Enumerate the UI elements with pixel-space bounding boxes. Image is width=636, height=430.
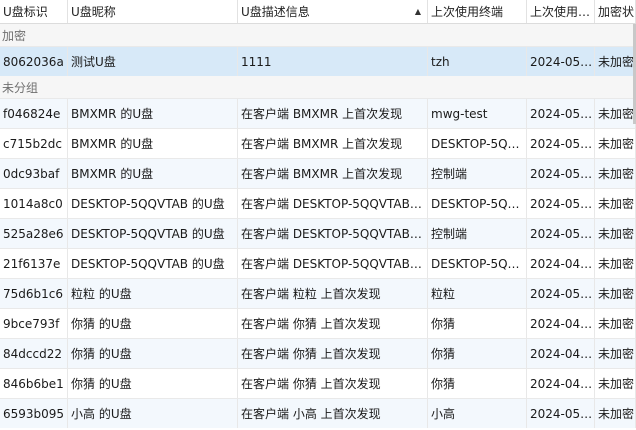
cell-nickname: BMXMR 的U盘	[68, 129, 238, 158]
cell-encryption-status: 未加密	[595, 159, 636, 188]
cell-last-used: 2024-04…	[527, 339, 595, 368]
column-header-id[interactable]: U盘标识	[0, 0, 68, 23]
cell-description: 在客户端 BMXMR 上首次发现	[238, 129, 428, 158]
table-header: U盘标识 U盘昵称 U盘描述信息 ▲ 上次使用终端 上次使用… 加密状	[0, 0, 636, 24]
cell-nickname: DESKTOP-5QQVTAB 的U盘	[68, 249, 238, 278]
cell-nickname: 粒粒 的U盘	[68, 279, 238, 308]
cell-nickname: 你猜 的U盘	[68, 339, 238, 368]
cell-last-terminal: 你猜	[428, 309, 527, 338]
table-row[interactable]: f046824e BMXMR 的U盘 在客户端 BMXMR 上首次发现 mwg-tes…	[0, 98, 636, 128]
cell-device-id: 1014a8c0	[0, 189, 68, 218]
group-header[interactable]: 未分组	[0, 76, 636, 98]
cell-nickname: BMXMR 的U盘	[68, 159, 238, 188]
group-label: 未分组	[2, 80, 39, 95]
cell-encryption-status: 未加密	[595, 249, 636, 278]
cell-encryption-status: 未加密	[595, 369, 636, 398]
cell-last-used: 2024-05…	[527, 279, 595, 308]
table-row[interactable]: 0dc93baf BMXMR 的U盘 在客户端 BMXMR 上首次发现 控制端 2024…	[0, 158, 636, 188]
table-row[interactable]: 9bce793f 你猜 的U盘 在客户端 你猜 上首次发现 你猜 2024-04… 未加密	[0, 308, 636, 338]
column-header-last-terminal[interactable]: 上次使用终端	[428, 0, 527, 23]
cell-nickname: 你猜 的U盘	[68, 369, 238, 398]
usb-device-table: U盘标识 U盘昵称 U盘描述信息 ▲ 上次使用终端 上次使用… 加密状 加密 80…	[0, 0, 636, 428]
cell-last-terminal: 你猜	[428, 369, 527, 398]
cell-device-id: 21f6137e	[0, 249, 68, 278]
cell-last-used: 2024-05…	[527, 129, 595, 158]
cell-description: 在客户端 粒粒 上首次发现	[238, 279, 428, 308]
table-row[interactable]: 6593b095 小高 的U盘 在客户端 小高 上首次发现 小高 2024-05… 未加密	[0, 398, 636, 428]
cell-encryption-status: 未加密	[595, 339, 636, 368]
cell-last-terminal: mwg-test	[428, 99, 527, 128]
cell-last-used: 2024-05…	[527, 47, 595, 76]
table-row[interactable]: 525a28e6 DESKTOP-5QQVTAB 的U盘 在客户端 DESKTOP-…	[0, 218, 636, 248]
group-header[interactable]: 加密	[0, 24, 636, 46]
cell-nickname: 你猜 的U盘	[68, 309, 238, 338]
cell-device-id: c715b2dc	[0, 129, 68, 158]
cell-description: 1111	[238, 47, 428, 76]
cell-encryption-status: 未加密	[595, 189, 636, 218]
cell-description: 在客户端 DESKTOP-5QQVTAB…	[238, 189, 428, 218]
cell-nickname: 小高 的U盘	[68, 399, 238, 428]
table-body: 加密 8062036a 测试U盘 1111 tzh 2024-05… 未加密 未分组 f0468…	[0, 24, 636, 428]
cell-description: 在客户端 小高 上首次发现	[238, 399, 428, 428]
group-label: 加密	[2, 28, 27, 43]
sort-ascending-icon: ▲	[414, 7, 421, 16]
cell-last-used: 2024-05…	[527, 189, 595, 218]
cell-device-id: 525a28e6	[0, 219, 68, 248]
cell-device-id: f046824e	[0, 99, 68, 128]
cell-last-used: 2024-04…	[527, 369, 595, 398]
cell-description: 在客户端 你猜 上首次发现	[238, 369, 428, 398]
cell-encryption-status: 未加密	[595, 279, 636, 308]
cell-last-terminal: DESKTOP-5Q…	[428, 249, 527, 278]
cell-device-id: 9bce793f	[0, 309, 68, 338]
cell-last-terminal: 粒粒	[428, 279, 527, 308]
cell-device-id: 6593b095	[0, 399, 68, 428]
cell-last-terminal: 控制端	[428, 219, 527, 248]
cell-description: 在客户端 BMXMR 上首次发现	[238, 159, 428, 188]
cell-device-id: 846b6be1	[0, 369, 68, 398]
cell-last-used: 2024-05…	[527, 99, 595, 128]
cell-device-id: 75d6b1c6	[0, 279, 68, 308]
cell-last-used: 2024-05…	[527, 399, 595, 428]
cell-description: 在客户端 你猜 上首次发现	[238, 339, 428, 368]
table-row[interactable]: c715b2dc BMXMR 的U盘 在客户端 BMXMR 上首次发现 DESKTOP…	[0, 128, 636, 158]
cell-encryption-status: 未加密	[595, 399, 636, 428]
cell-device-id: 0dc93baf	[0, 159, 68, 188]
table-row[interactable]: 8062036a 测试U盘 1111 tzh 2024-05… 未加密	[0, 46, 636, 76]
column-header-nickname[interactable]: U盘昵称	[68, 0, 238, 23]
column-header-last-used[interactable]: 上次使用…	[527, 0, 595, 23]
table-row[interactable]: 846b6be1 你猜 的U盘 在客户端 你猜 上首次发现 你猜 2024-04… 未加密	[0, 368, 636, 398]
cell-device-id: 84dccd22	[0, 339, 68, 368]
cell-nickname: 测试U盘	[68, 47, 238, 76]
cell-last-terminal: 控制端	[428, 159, 527, 188]
column-header-description[interactable]: U盘描述信息 ▲	[238, 0, 428, 23]
cell-encryption-status: 未加密	[595, 219, 636, 248]
cell-description: 在客户端 DESKTOP-5QQVTAB…	[238, 249, 428, 278]
table-row[interactable]: 1014a8c0 DESKTOP-5QQVTAB 的U盘 在客户端 DESKTOP-…	[0, 188, 636, 218]
cell-description: 在客户端 DESKTOP-5QQVTAB…	[238, 219, 428, 248]
cell-encryption-status: 未加密	[595, 99, 636, 128]
cell-last-terminal: tzh	[428, 47, 527, 76]
cell-last-used: 2024-04…	[527, 309, 595, 338]
cell-nickname: DESKTOP-5QQVTAB 的U盘	[68, 219, 238, 248]
table-row[interactable]: 84dccd22 你猜 的U盘 在客户端 你猜 上首次发现 你猜 2024-04… 未加密	[0, 338, 636, 368]
cell-last-terminal: DESKTOP-5Q…	[428, 189, 527, 218]
table-row[interactable]: 75d6b1c6 粒粒 的U盘 在客户端 粒粒 上首次发现 粒粒 2024-05… 未加密	[0, 278, 636, 308]
cell-encryption-status: 未加密	[595, 309, 636, 338]
cell-last-terminal: DESKTOP-5Q…	[428, 129, 527, 158]
cell-description: 在客户端 你猜 上首次发现	[238, 309, 428, 338]
cell-encryption-status: 未加密	[595, 47, 636, 76]
cell-nickname: BMXMR 的U盘	[68, 99, 238, 128]
cell-last-used: 2024-04…	[527, 249, 595, 278]
cell-last-terminal: 你猜	[428, 339, 527, 368]
cell-nickname: DESKTOP-5QQVTAB 的U盘	[68, 189, 238, 218]
cell-device-id: 8062036a	[0, 47, 68, 76]
table-row[interactable]: 21f6137e DESKTOP-5QQVTAB 的U盘 在客户端 DESKTOP-…	[0, 248, 636, 278]
cell-encryption-status: 未加密	[595, 129, 636, 158]
column-header-encryption[interactable]: 加密状	[595, 0, 636, 23]
cell-description: 在客户端 BMXMR 上首次发现	[238, 99, 428, 128]
cell-last-used: 2024-05…	[527, 159, 595, 188]
cell-last-used: 2024-05…	[527, 219, 595, 248]
cell-last-terminal: 小高	[428, 399, 527, 428]
